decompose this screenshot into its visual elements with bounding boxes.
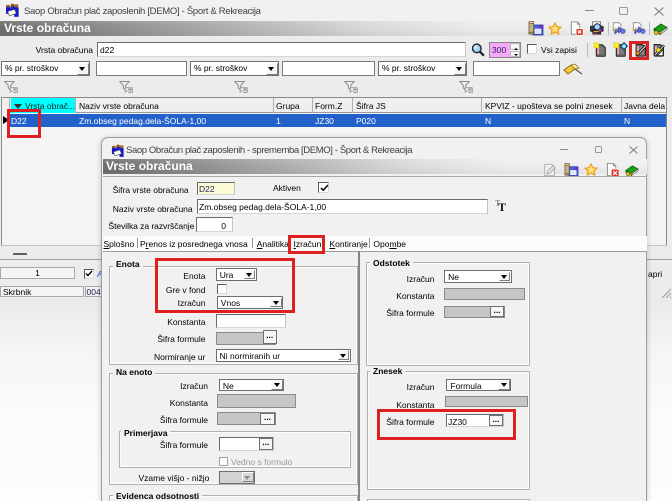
- svg-text:T: T: [498, 200, 506, 212]
